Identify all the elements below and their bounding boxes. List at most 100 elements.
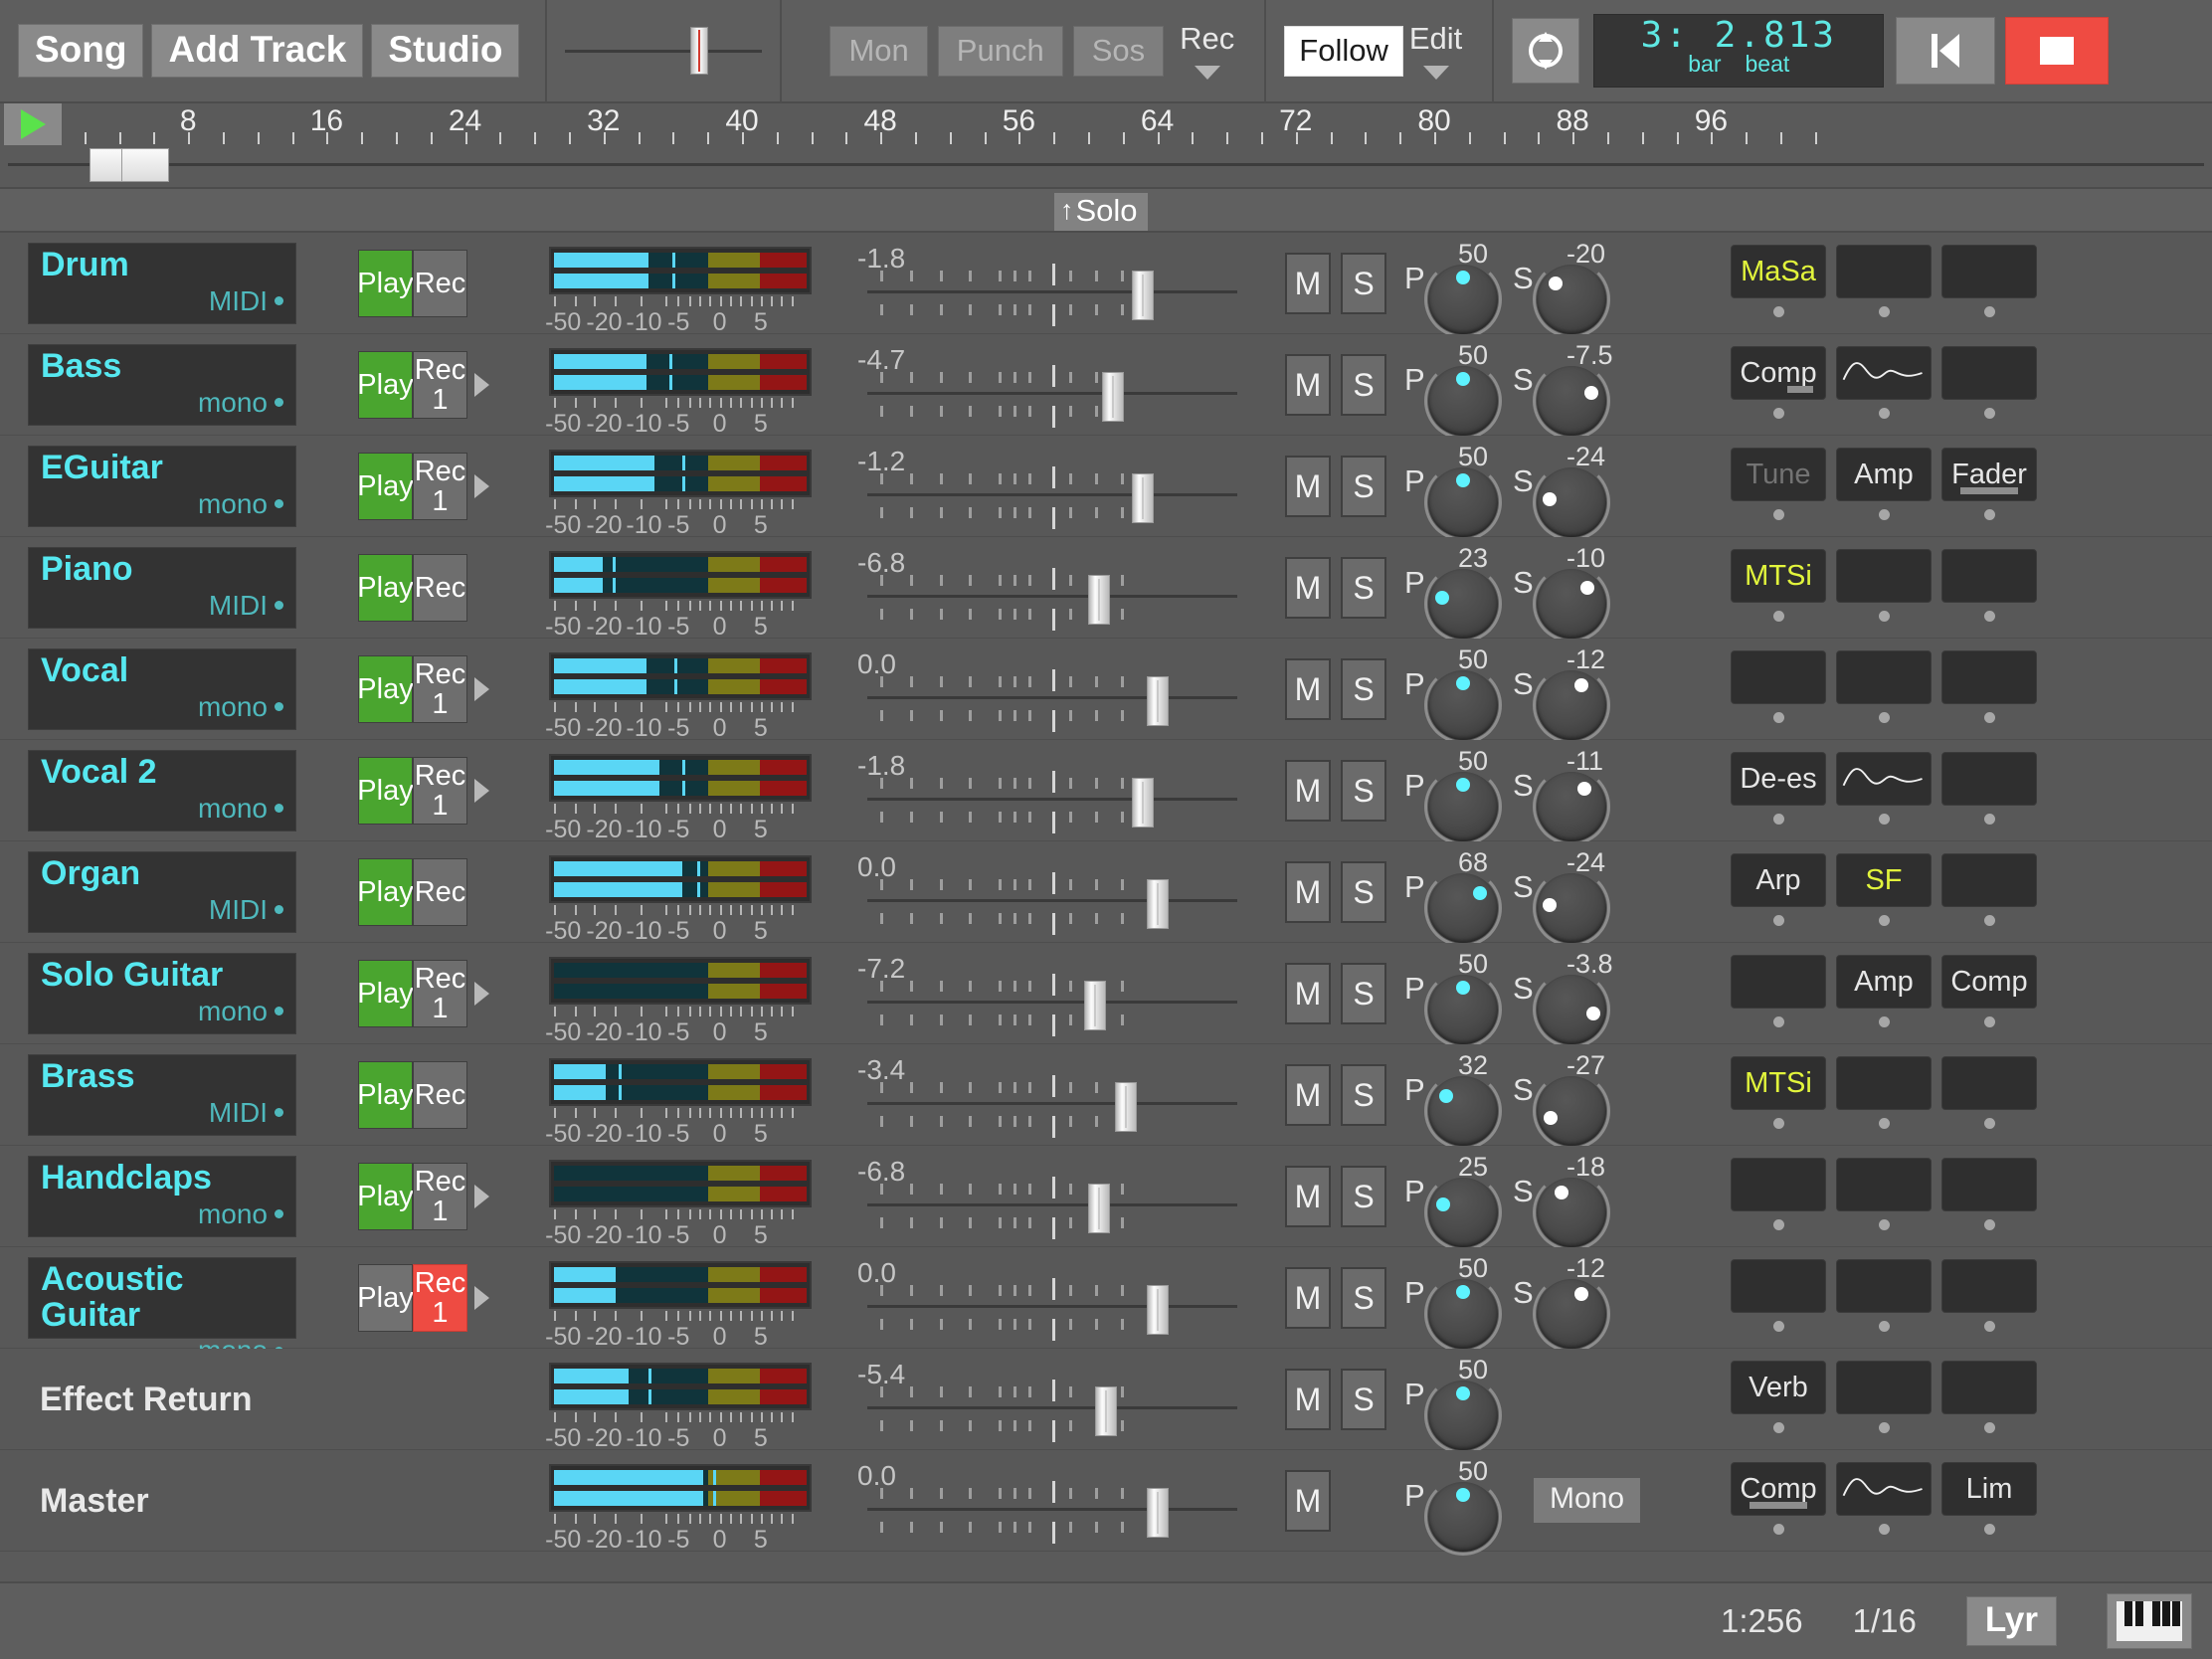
knob-body[interactable] [1428, 1482, 1498, 1552]
fader-handle[interactable] [1115, 1082, 1138, 1132]
plugin-slot-indicator-dot[interactable] [1878, 915, 1890, 926]
knob-body[interactable] [1537, 1178, 1606, 1247]
track-input-expand-icon[interactable] [474, 779, 489, 803]
plugin-slot-indicator-dot[interactable] [1878, 611, 1890, 622]
fader-handle[interactable] [1147, 1285, 1170, 1335]
knob-body[interactable] [1537, 366, 1606, 436]
play-button[interactable] [4, 103, 62, 145]
track-input-expand-icon[interactable] [474, 373, 489, 397]
knob-body[interactable] [1537, 1279, 1606, 1349]
edit-dropdown[interactable]: Edit [1409, 23, 1462, 80]
rec-dropdown[interactable]: Rec [1180, 23, 1234, 80]
track-input-expand-icon[interactable] [474, 982, 489, 1006]
plugin-slot[interactable]: De-es [1731, 752, 1826, 806]
plugin-slot[interactable]: Amp [1836, 955, 1932, 1009]
plugin-slot-indicator-dot[interactable] [1983, 1321, 1995, 1332]
track-mute-button[interactable]: M [1285, 557, 1331, 619]
plugin-slot[interactable] [1836, 752, 1932, 806]
track-rec-button[interactable]: Rec [413, 1061, 467, 1129]
mixer-track-row[interactable]: Bass mono Play Rec 1 -50 -20 -10 -5 0 5 -4.7 M S P 50 S -… [0, 334, 2212, 440]
plugin-slot-indicator-dot[interactable] [1772, 1321, 1784, 1332]
mixer-track-row[interactable]: Handclaps mono Play Rec 1 -50 -20 -10 -5 0 5 -6.8 M S… [0, 1146, 2212, 1251]
plugin-slot[interactable] [1941, 752, 2037, 806]
track-play-button[interactable]: Play [357, 250, 414, 317]
plugin-slot-indicator-dot[interactable] [1772, 408, 1784, 419]
plugin-slot-indicator-dot[interactable] [1878, 1422, 1890, 1433]
timeline-ruler[interactable]: 8 16 24 32 40 48 56 64 72 80 88 96 [0, 103, 2212, 145]
track-volume-fader[interactable]: -3.4 [857, 1054, 1247, 1138]
fader-handle[interactable] [1147, 676, 1170, 726]
knob-body[interactable] [1537, 569, 1606, 639]
plugin-slot-indicator-dot[interactable] [1878, 1219, 1890, 1230]
plugin-slot[interactable] [1941, 245, 2037, 298]
loop-button[interactable] [1512, 18, 1580, 84]
track-input-expand-icon[interactable] [474, 1286, 489, 1310]
track-mute-button[interactable]: M [1285, 1064, 1331, 1126]
timeline-scrollbar[interactable] [0, 145, 2212, 189]
track-rec-button[interactable]: Rec [413, 250, 467, 317]
track-volume-fader[interactable]: -7.2 [857, 953, 1247, 1036]
track-nameplate[interactable]: Vocal 2 mono [28, 750, 296, 831]
plugin-slot-indicator-dot[interactable] [1878, 408, 1890, 419]
plugin-slot[interactable] [1836, 245, 1932, 298]
fader-handle[interactable] [1132, 473, 1155, 523]
track-mute-button[interactable]: M [1285, 658, 1331, 720]
plugin-slot-indicator-dot[interactable] [1983, 1422, 1995, 1433]
fader-handle[interactable] [1094, 1386, 1117, 1436]
plugin-slot-indicator-dot[interactable] [1983, 1016, 1995, 1027]
plugin-slot-indicator-dot[interactable] [1772, 1219, 1784, 1230]
track-volume-fader[interactable]: -1.2 [857, 446, 1247, 529]
knob-body[interactable] [1537, 1076, 1606, 1146]
track-solo-button[interactable]: S [1341, 861, 1386, 923]
plugin-slot[interactable]: MTSi [1731, 1056, 1826, 1110]
track-solo-button[interactable]: S [1341, 1267, 1386, 1329]
rewind-button[interactable] [1896, 17, 1996, 85]
mixer-track-row[interactable]: Effect Return -50 -20 -10 -5 0 5 -5.4 M S P 50 Verb [0, 1349, 2212, 1454]
plugin-slot-indicator-dot[interactable] [1878, 1524, 1890, 1535]
track-volume-fader[interactable]: -1.8 [857, 243, 1247, 326]
track-input-expand-icon[interactable] [474, 677, 489, 701]
track-mute-button[interactable]: M [1285, 253, 1331, 314]
knob-body[interactable] [1428, 670, 1498, 740]
track-volume-fader[interactable]: -5.4 [857, 1359, 1247, 1442]
track-rec-button[interactable]: Rec 1 [413, 1264, 467, 1332]
fader-handle[interactable] [1147, 879, 1170, 929]
track-play-button[interactable]: Play [357, 453, 414, 520]
track-nameplate[interactable]: Drum MIDI [28, 243, 296, 324]
fader-handle[interactable] [1147, 1488, 1170, 1538]
knob-body[interactable] [1537, 772, 1606, 841]
plugin-slot-indicator-dot[interactable] [1878, 509, 1890, 520]
plugin-slot-indicator-dot[interactable] [1878, 1321, 1890, 1332]
plugin-slot[interactable] [1941, 853, 2037, 907]
track-solo-button[interactable]: S [1341, 1369, 1386, 1430]
track-solo-button[interactable]: S [1341, 253, 1386, 314]
track-nameplate[interactable]: Brass MIDI [28, 1054, 296, 1136]
add-track-button[interactable]: Add Track [151, 24, 364, 78]
knob-body[interactable] [1428, 1381, 1498, 1450]
tempo-slider[interactable] [565, 21, 763, 81]
master-mono-button[interactable]: Mono [1532, 1476, 1643, 1525]
plugin-slot[interactable] [1941, 1361, 2037, 1414]
plugin-slot-indicator-dot[interactable] [1878, 712, 1890, 723]
track-mute-button[interactable]: M [1285, 456, 1331, 517]
plugin-slot[interactable] [1941, 549, 2037, 603]
knob-body[interactable] [1428, 975, 1498, 1044]
track-solo-button[interactable]: S [1341, 658, 1386, 720]
plugin-slot[interactable]: Tune [1731, 448, 1826, 501]
plugin-slot-indicator-dot[interactable] [1772, 1422, 1784, 1433]
track-play-button[interactable]: Play [357, 757, 414, 825]
mixer-track-row[interactable]: Vocal mono Play Rec 1 -50 -20 -10 -5 0 5 0.0 M S P 50 S -… [0, 639, 2212, 744]
plugin-slot[interactable] [1731, 1259, 1826, 1313]
sos-button[interactable]: Sos [1072, 25, 1165, 77]
track-mute-button[interactable]: M [1285, 963, 1331, 1024]
track-solo-button[interactable]: S [1341, 1166, 1386, 1227]
studio-button[interactable]: Studio [371, 24, 520, 78]
fader-handle[interactable] [1132, 778, 1155, 828]
track-nameplate[interactable]: Piano MIDI [28, 547, 296, 629]
track-rec-button[interactable]: Rec [413, 858, 467, 926]
plugin-slot[interactable]: Comp [1731, 1462, 1826, 1516]
plugin-slot-indicator-dot[interactable] [1772, 814, 1784, 825]
track-play-button[interactable]: Play [357, 1163, 414, 1230]
plugin-slot[interactable]: MTSi [1731, 549, 1826, 603]
track-solo-button[interactable]: S [1341, 760, 1386, 822]
